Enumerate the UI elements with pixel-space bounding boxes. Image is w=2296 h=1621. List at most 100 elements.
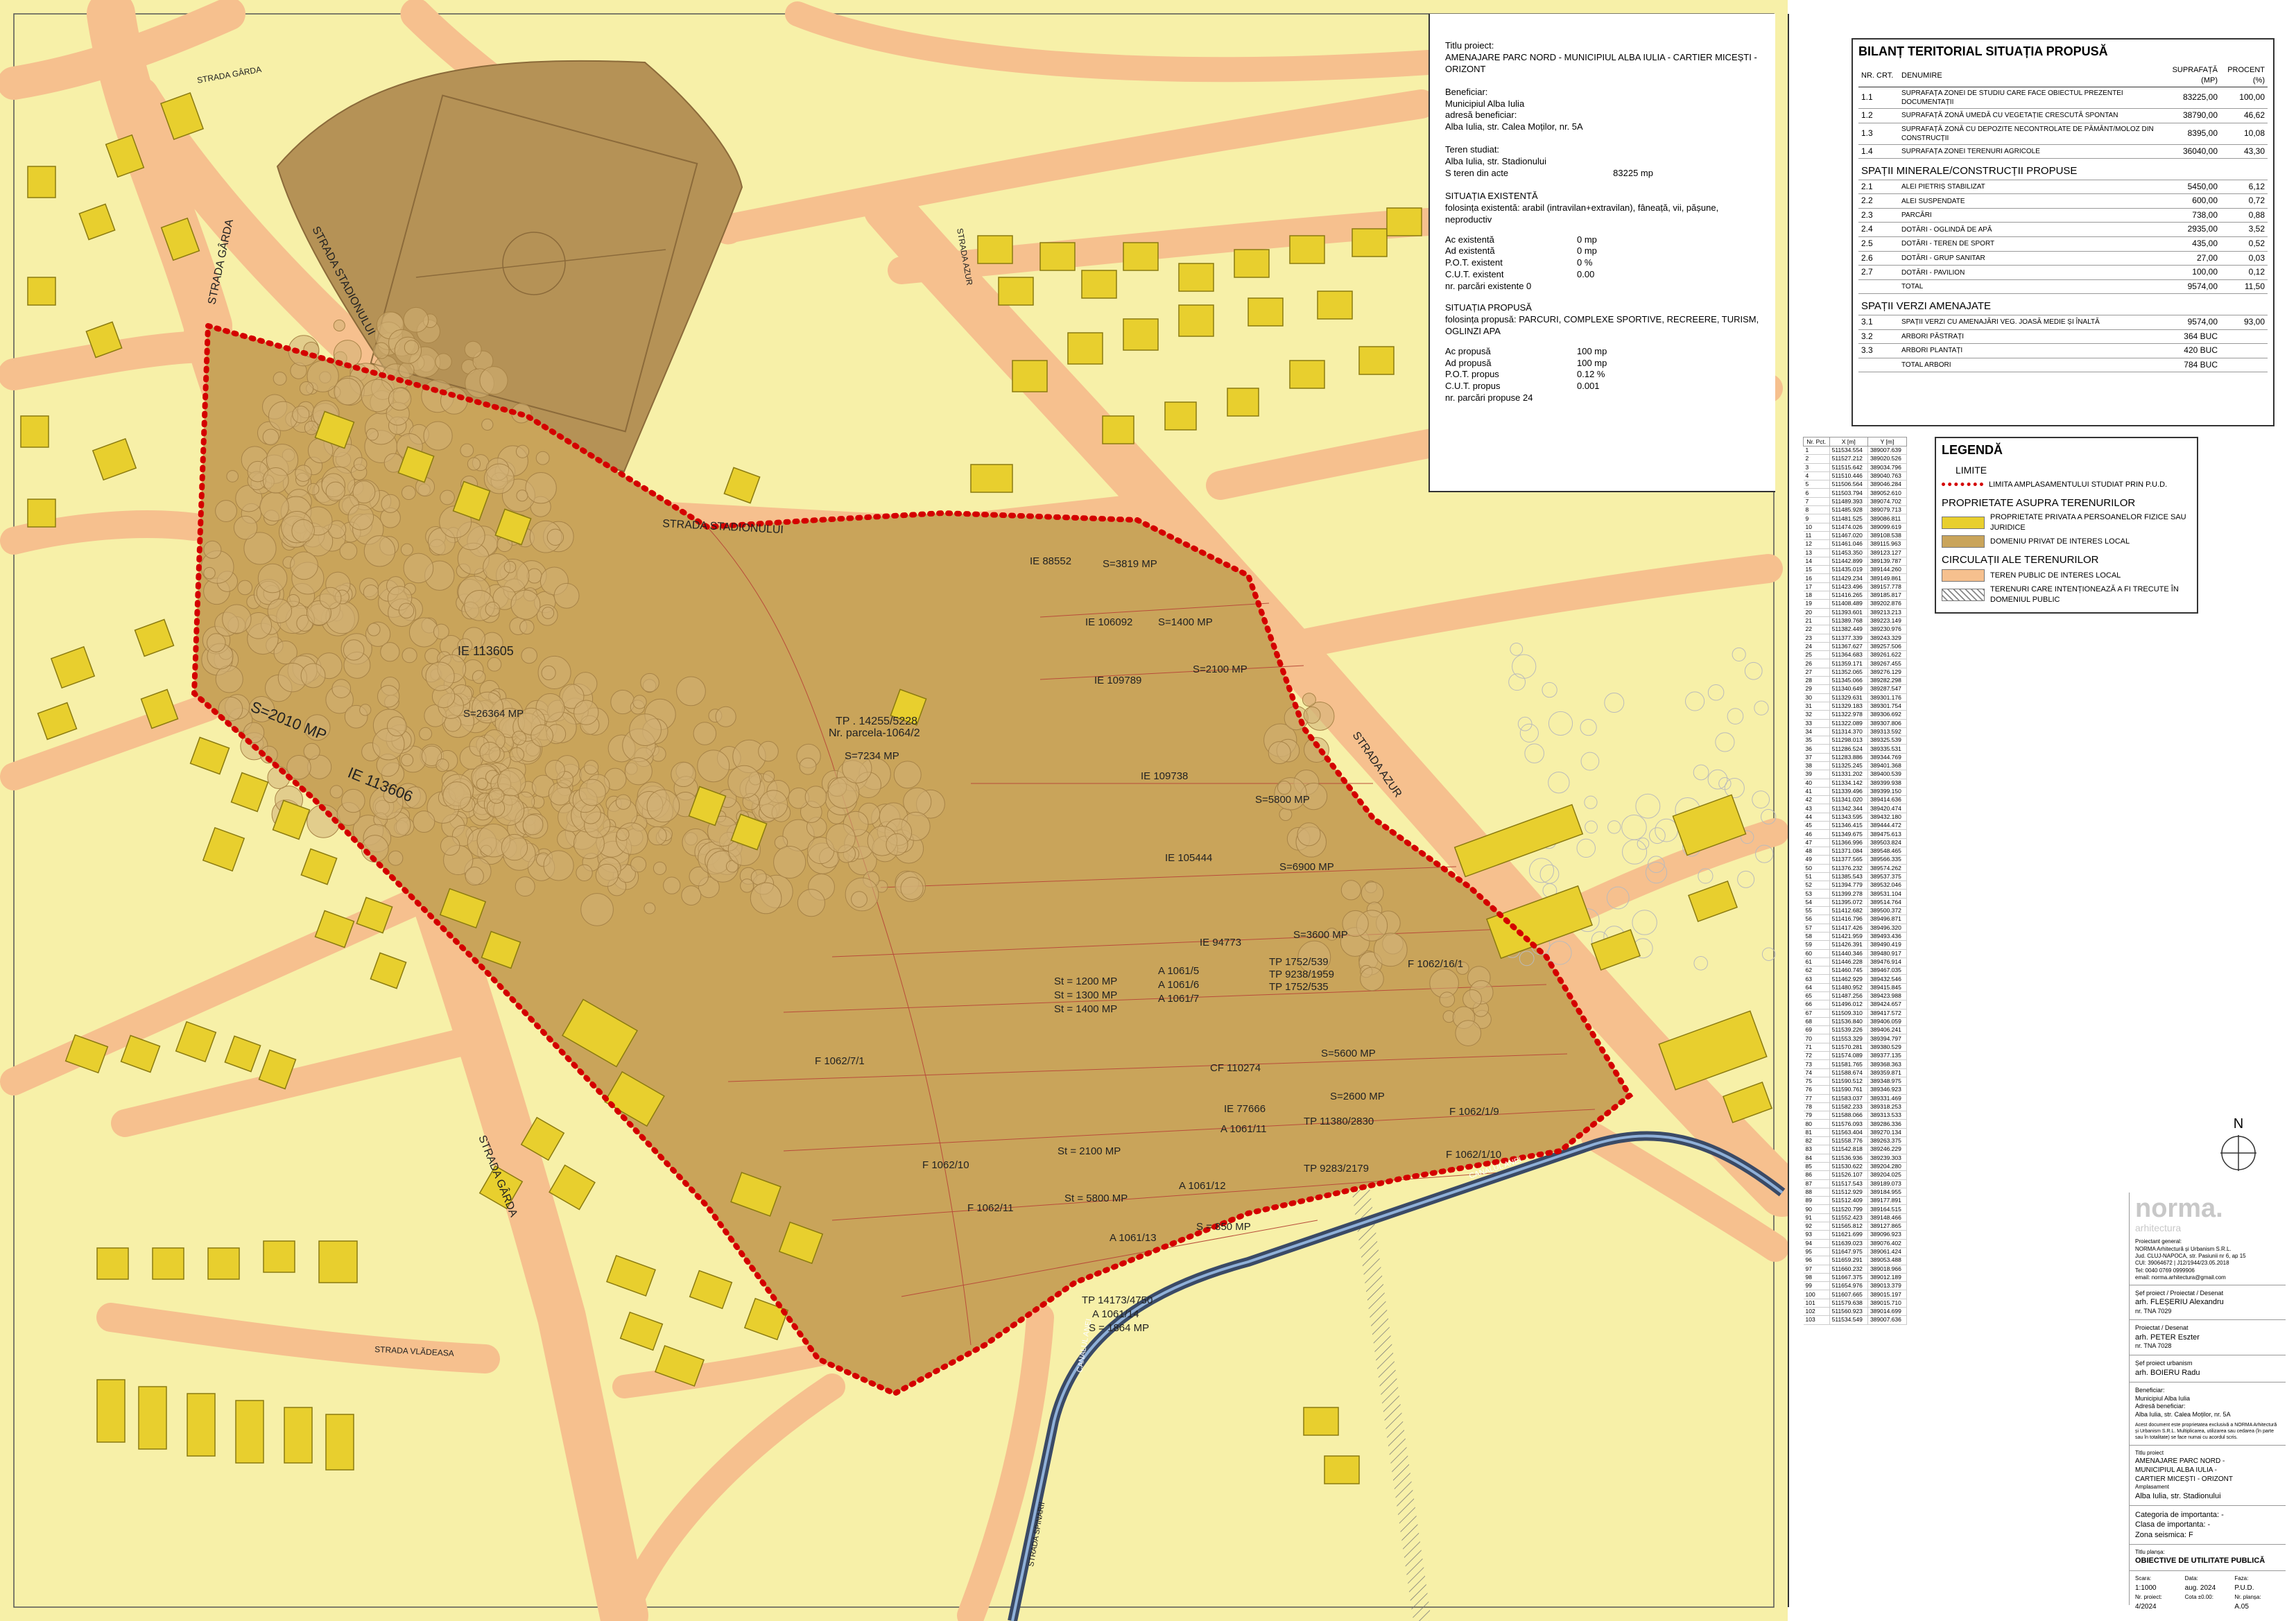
coord-nr: 51 bbox=[1803, 872, 1830, 882]
coord-y: 389052.610 bbox=[1867, 488, 1908, 498]
coord-x: 511329.183 bbox=[1829, 702, 1868, 711]
bilant-name: SPAȚII VERZI CU AMENAJĂRI VEG. JOASĂ MED… bbox=[1899, 315, 2159, 330]
coord-row: 7 511489.393 389074.702 bbox=[1803, 497, 1908, 507]
coord-row: 59 511426.391 389490.419 bbox=[1803, 940, 1908, 950]
coord-y: 389213.213 bbox=[1867, 608, 1908, 617]
tree-canopy bbox=[576, 864, 593, 882]
bilant-nr: 2.2 bbox=[1858, 193, 1899, 209]
coord-x: 511349.675 bbox=[1829, 829, 1868, 839]
coord-nr: 11 bbox=[1803, 531, 1830, 541]
coord-y: 389034.796 bbox=[1867, 463, 1908, 472]
logo-sub: arhitectura bbox=[2135, 1222, 2182, 1233]
coord-x: 511654.976 bbox=[1829, 1281, 1868, 1291]
project-block: Titlu proiect AMENAJARE PARC NORD - MUNI… bbox=[2130, 1444, 2286, 1505]
tree-canopy bbox=[423, 421, 453, 451]
tree-canopy bbox=[1277, 780, 1292, 795]
tree-canopy bbox=[797, 889, 826, 917]
coord-x: 511536.840 bbox=[1829, 1017, 1868, 1027]
coord-y: 389476.914 bbox=[1867, 957, 1908, 967]
label-s26364: S=26364 MP bbox=[463, 708, 524, 720]
coord-row: 22 511382.449 389230.976 bbox=[1803, 625, 1908, 634]
coord-row: 8 511485.928 389079.713 bbox=[1803, 505, 1908, 515]
coord-y: 389261.622 bbox=[1867, 650, 1908, 660]
coord-row: 4 511510.446 389040.763 bbox=[1803, 471, 1908, 481]
tree-canopy bbox=[541, 665, 556, 681]
label-s1864: S = 1864 MP bbox=[1089, 1322, 1149, 1334]
bilant-nr: 1.1 bbox=[1858, 87, 1899, 109]
coord-row: 83 511542.818 389246.229 bbox=[1803, 1145, 1908, 1154]
coord-x: 511339.496 bbox=[1829, 787, 1868, 797]
building-footprint bbox=[977, 235, 1013, 264]
bilant-name: DOTĂRI - TEREN DE SPORT bbox=[1899, 236, 2159, 252]
building-footprint bbox=[187, 1393, 216, 1457]
coord-row: 29 511340.649 389287.547 bbox=[1803, 684, 1908, 694]
coord-nr: 53 bbox=[1803, 889, 1830, 899]
proposed-value bbox=[1577, 392, 1653, 404]
label-st1400: St = 1400 MP bbox=[1054, 1003, 1117, 1015]
coord-x: 511393.601 bbox=[1829, 608, 1868, 617]
tree-canopy bbox=[365, 428, 379, 441]
bilant-nr: 3.3 bbox=[1858, 343, 1899, 358]
bilant-name: DOTĂRI - GRUP SANITAR bbox=[1899, 251, 2159, 266]
bilant-nr: 2.6 bbox=[1858, 251, 1899, 266]
legend-item: PROPRIETATE PRIVATA A PERSOANELOR FIZICE… bbox=[1942, 512, 2191, 532]
legend-item: TEREN PUBLIC DE INTERES LOCAL bbox=[1942, 569, 2191, 582]
coord-row: 35 511298.013 389325.539 bbox=[1803, 736, 1908, 745]
coord-x: 511408.489 bbox=[1829, 599, 1868, 609]
bilant-row: 2.6 DOTĂRI - GRUP SANITAR 27,00 0,03 bbox=[1858, 251, 2268, 266]
coord-col-x: X [m] bbox=[1829, 437, 1868, 447]
general-designer: Proiectant general: NORMA Arhitectură și… bbox=[2135, 1238, 2246, 1281]
coord-row: 60 511440.346 389480.917 bbox=[1803, 949, 1908, 958]
coord-nr: 84 bbox=[1803, 1154, 1830, 1163]
coord-nr: 74 bbox=[1803, 1068, 1830, 1077]
bilant-row: 2.2 ALEI SUSPENDATE 600,00 0,72 bbox=[1858, 193, 2268, 209]
coordinates-table: Nr. Pct. X [m] Y [m] 1 511534.554 389007.6… bbox=[1803, 437, 1908, 1325]
coord-row: 43 511342.344 389420.474 bbox=[1803, 804, 1908, 813]
proposed-value: 100 mp bbox=[1577, 357, 1607, 368]
label-cf110274: CF 110274 bbox=[1210, 1062, 1261, 1074]
coord-x: 511527.212 bbox=[1829, 454, 1868, 464]
coord-x: 511389.768 bbox=[1829, 616, 1868, 626]
legend-swatch bbox=[1942, 516, 1985, 529]
land-area-value: 83225 mp bbox=[1613, 168, 1653, 179]
coord-row: 62 511460.745 389467.035 bbox=[1803, 966, 1908, 976]
coord-nr: 67 bbox=[1803, 1009, 1830, 1018]
chief-label: Șef proiect / Proiectat / Desenat bbox=[2135, 1289, 2224, 1297]
coord-x: 511329.631 bbox=[1829, 693, 1868, 702]
coord-x: 511481.525 bbox=[1829, 514, 1868, 523]
legend-swatch bbox=[1942, 569, 1985, 582]
tree-canopy bbox=[553, 582, 580, 609]
bilant-nr bbox=[1858, 358, 1899, 373]
coord-nr: 62 bbox=[1803, 966, 1830, 976]
coord-x: 511440.346 bbox=[1829, 949, 1868, 958]
label-s3819: S=3819 MP bbox=[1103, 558, 1157, 570]
coord-x: 511462.929 bbox=[1829, 974, 1868, 984]
coord-x: 511421.959 bbox=[1829, 932, 1868, 942]
building-footprint bbox=[207, 1247, 240, 1280]
coord-row: 61 511446.228 389476.914 bbox=[1803, 957, 1908, 967]
coordinates-rows: 1 511534.554 389007.639 2 511527.212 389020.5… bbox=[1803, 446, 1908, 1325]
scale-value: 1:1000 bbox=[2135, 1584, 2157, 1592]
label-st5800: St = 5800 MP bbox=[1064, 1193, 1128, 1204]
proposed-label: Ad propusă bbox=[1445, 357, 1492, 368]
coord-x: 511480.952 bbox=[1829, 983, 1868, 993]
coord-x: 511496.012 bbox=[1829, 1000, 1868, 1009]
coord-x: 511325.245 bbox=[1829, 761, 1868, 771]
coord-nr: 73 bbox=[1803, 1059, 1830, 1069]
bilant-nr: 1.3 bbox=[1858, 123, 1899, 145]
coord-nr: 95 bbox=[1803, 1247, 1830, 1257]
coord-nr: 41 bbox=[1803, 787, 1830, 797]
coord-y: 389406.241 bbox=[1867, 1025, 1908, 1035]
coord-nr: 23 bbox=[1803, 634, 1830, 643]
bilant-pct: 93,00 bbox=[2220, 315, 2268, 330]
coord-nr: 72 bbox=[1803, 1051, 1830, 1061]
coord-row: 25 511364.683 389261.622 bbox=[1803, 650, 1908, 660]
tree-canopy bbox=[400, 543, 413, 556]
coord-x: 511487.256 bbox=[1829, 991, 1868, 1001]
coord-row: 71 511570.281 389380.529 bbox=[1803, 1043, 1908, 1052]
coord-nr: 7 bbox=[1803, 497, 1830, 507]
coord-x: 511474.026 bbox=[1829, 523, 1868, 532]
coord-row: 40 511334.142 389399.938 bbox=[1803, 779, 1908, 788]
coord-row: 97 511660.232 389018.966 bbox=[1803, 1265, 1908, 1274]
bilant-row: 3.1 SPAȚII VERZI CU AMENAJĂRI VEG. JOASĂ … bbox=[1858, 315, 2268, 330]
